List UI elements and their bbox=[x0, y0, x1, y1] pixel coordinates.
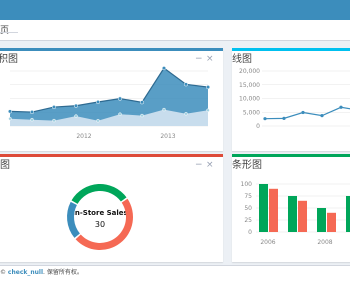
bar-xtick-label: 2008 bbox=[317, 239, 332, 246]
line-point bbox=[320, 114, 324, 118]
area-point-lower bbox=[96, 118, 100, 123]
line-ytick-label: 10,000 bbox=[239, 96, 260, 103]
collapse-icon[interactable]: − bbox=[195, 160, 203, 170]
area-point-total bbox=[7, 109, 13, 114]
line-ytick-label: 0 bbox=[256, 123, 260, 130]
bar-ytick-label: 100 bbox=[241, 181, 253, 188]
area-point-total bbox=[183, 82, 189, 87]
area-chart: 2012 2013 bbox=[7, 66, 211, 140]
line-ytick-label: 20,000 bbox=[239, 68, 260, 75]
bar-ytick-label: 25 bbox=[244, 217, 252, 224]
footer-suffix: . 保留所有权。 bbox=[43, 269, 83, 276]
bar-chart-title: 条形图 bbox=[232, 160, 262, 171]
area-point-lower bbox=[52, 118, 56, 123]
area-point-total bbox=[139, 100, 145, 105]
area-chart-title: 积图 bbox=[0, 54, 18, 65]
line-chart: 20,000 15,000 10,000 5,000 0 bbox=[239, 68, 350, 130]
bar-xtick-label: 2006 bbox=[260, 239, 275, 246]
area-point-lower bbox=[206, 108, 210, 113]
bar-chart-box: 条形图 100 75 50 25 0 2006 2008 bbox=[232, 154, 350, 262]
donut-center-title: In-Store Sales bbox=[72, 209, 127, 217]
bar-disk bbox=[298, 200, 307, 232]
line-chart-title: 线图 bbox=[232, 54, 252, 65]
tab-bar: 页 bbox=[0, 20, 350, 41]
close-icon[interactable]: × bbox=[206, 160, 214, 170]
bar-disk bbox=[327, 212, 336, 232]
bar-cpu bbox=[346, 196, 350, 232]
area-point-lower bbox=[8, 116, 12, 121]
bar-cpu bbox=[317, 208, 326, 232]
area-point-lower bbox=[140, 113, 144, 118]
line-point bbox=[301, 110, 305, 115]
area-point-lower bbox=[74, 114, 78, 118]
bar-disk bbox=[269, 188, 278, 232]
area-chart-box: 积图 − × 2012 2013 bbox=[0, 48, 223, 151]
line-point bbox=[263, 117, 267, 121]
bar-cpu bbox=[259, 184, 268, 232]
line-chart-box: 线图 20,000 15,000 10,000 5,000 0 bbox=[232, 48, 350, 151]
area-point-lower bbox=[30, 117, 34, 122]
area-point-lower bbox=[184, 111, 188, 116]
area-point-lower bbox=[162, 107, 166, 112]
top-navbar bbox=[0, 0, 350, 20]
donut-chart-box: 环图 − × In-Store Sales 30 bbox=[0, 154, 223, 262]
area-point-total bbox=[117, 96, 123, 101]
area-point-total bbox=[73, 103, 79, 108]
bar-ytick-label: 75 bbox=[244, 193, 252, 200]
bar-chart: 100 75 50 25 0 2006 2008 bbox=[241, 181, 350, 246]
area-xtick-label: 2012 bbox=[76, 133, 91, 140]
area-point-total bbox=[95, 99, 101, 105]
bar-ytick-label: 50 bbox=[244, 205, 252, 212]
bar-cpu bbox=[288, 196, 297, 232]
line-series bbox=[264, 106, 350, 120]
area-point-total bbox=[51, 105, 57, 110]
area-xtick-label: 2013 bbox=[160, 133, 175, 140]
bar-ytick-label: 0 bbox=[248, 229, 252, 236]
donut-slice bbox=[71, 183, 127, 204]
close-icon[interactable]: × bbox=[206, 54, 214, 64]
line-point bbox=[339, 105, 343, 109]
line-ytick-label: 5,000 bbox=[243, 109, 260, 116]
donut-slice bbox=[67, 201, 80, 238]
collapse-icon[interactable]: − bbox=[195, 54, 203, 64]
area-point-lower bbox=[118, 112, 122, 116]
donut-center-value: 30 bbox=[95, 220, 105, 229]
area-point-total bbox=[205, 85, 211, 90]
area-point-total bbox=[161, 66, 167, 71]
footer-prefix: © bbox=[0, 269, 8, 276]
footer-link[interactable]: check_null bbox=[8, 269, 43, 276]
tab-underline bbox=[0, 32, 18, 33]
donut-chart-title: 环图 bbox=[0, 160, 10, 171]
line-point bbox=[282, 116, 286, 120]
footer: © check_null. 保留所有权。 bbox=[0, 265, 350, 281]
donut-chart: In-Store Sales 30 bbox=[67, 183, 134, 251]
area-point-total bbox=[29, 110, 35, 115]
line-ytick-label: 15,000 bbox=[239, 82, 260, 89]
